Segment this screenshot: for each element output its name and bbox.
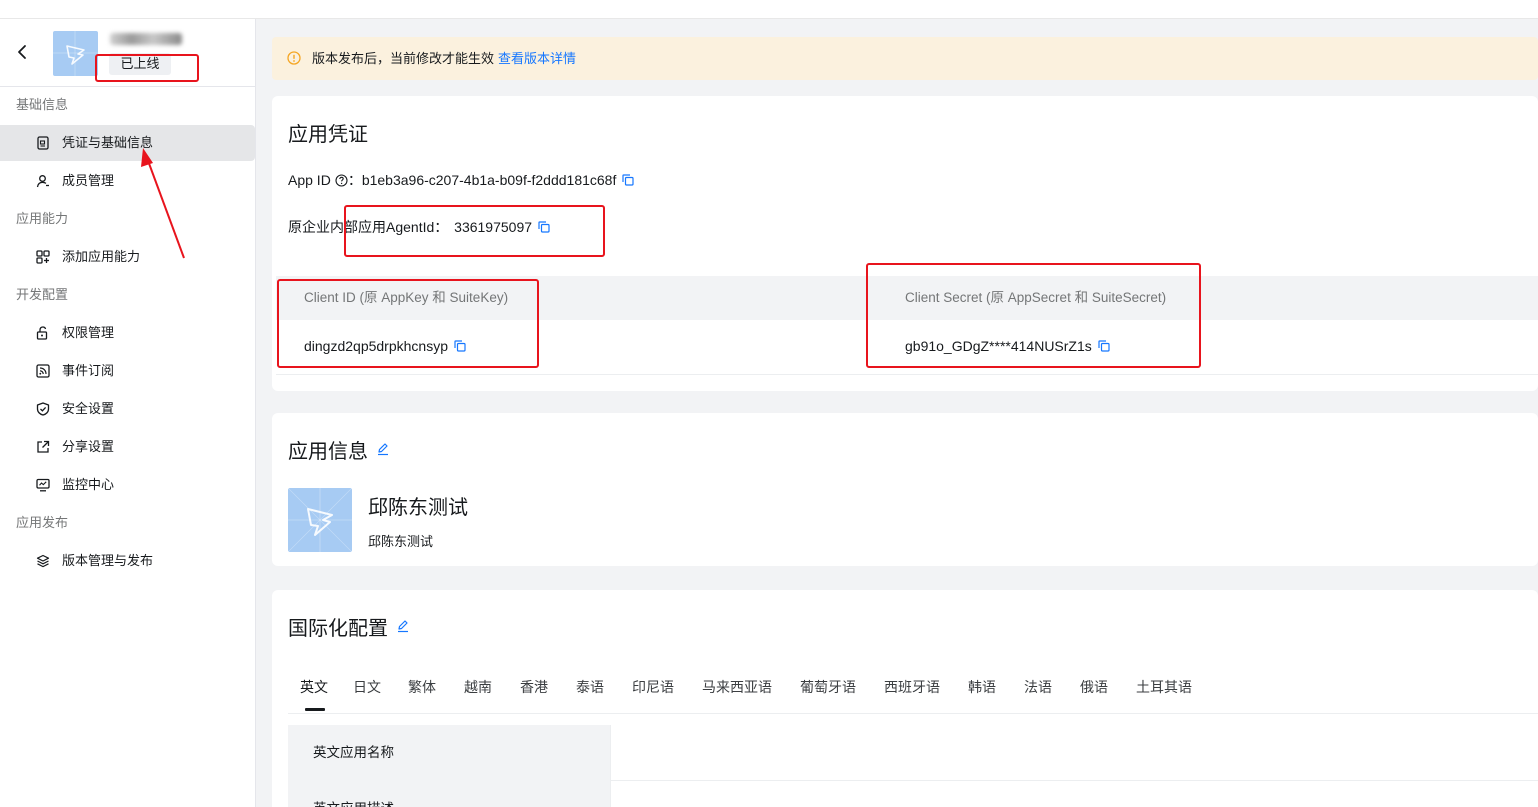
app-description: 邱陈东测试: [368, 534, 434, 549]
status-badge: 已上线: [109, 53, 171, 75]
help-icon[interactable]: [335, 174, 348, 187]
sidebar-item-events[interactable]: 事件订阅: [0, 353, 255, 389]
notice-banner: 版本发布后，当前修改才能生效 查看版本详情: [272, 37, 1538, 80]
edit-icon[interactable]: [376, 442, 390, 456]
sidebar-item-security[interactable]: 安全设置: [0, 391, 255, 427]
tab-portuguese[interactable]: 葡萄牙语: [800, 674, 856, 700]
credentials-table: Client ID (原 AppKey 和 SuiteKey) Client S…: [276, 276, 1538, 375]
monitor-icon: [36, 478, 50, 492]
sidebar-item-label: 安全设置: [62, 401, 115, 416]
app-info-title: 应用信息: [288, 441, 368, 463]
sidebar-item-versions[interactable]: 版本管理与发布: [0, 543, 255, 579]
app-id-sep: ：: [347, 172, 362, 188]
copy-icon[interactable]: [622, 174, 634, 186]
tab-malay[interactable]: 马来西亚语: [702, 674, 772, 700]
app-id-label: App ID: [288, 172, 331, 188]
app-info-logo: [288, 488, 352, 552]
tab-hongkong[interactable]: 香港: [520, 674, 548, 700]
app-info-title-row: 应用信息: [288, 435, 390, 464]
grid-plus-icon: [36, 250, 50, 264]
back-arrow-icon[interactable]: [14, 43, 32, 61]
warning-icon: [287, 51, 301, 65]
app-logo: [53, 31, 98, 76]
tab-turkish[interactable]: 土耳其语: [1136, 674, 1192, 700]
active-tab-indicator: [305, 708, 325, 711]
notice-text: 版本发布后，当前修改才能生效: [312, 51, 495, 66]
app-header: 已上线: [0, 19, 255, 87]
app-id-value: b1eb3a96-c207-4b1a-b09f-f2ddd181c68f: [361, 172, 617, 188]
sidebar-item-label: 添加应用能力: [62, 249, 141, 264]
user-icon: [36, 175, 49, 188]
sidebar-item-add-capability[interactable]: 添加应用能力: [0, 239, 255, 275]
sidebar-item-label: 版本管理与发布: [62, 553, 154, 568]
sidebar-item-monitor[interactable]: 监控中心: [0, 467, 255, 503]
agent-id-row: 原企业内部应用AgentId： 3361975097: [288, 217, 550, 237]
app-name: 邱陈东测试: [368, 497, 468, 519]
client-secret-cell: gb91o_GDgZ****414NUSrZ1s: [905, 338, 1110, 354]
client-id-cell: dingzd2qp5drpkhcnsyp: [304, 338, 466, 354]
share-icon: [37, 440, 50, 453]
copy-icon[interactable]: [1098, 340, 1110, 352]
lock-icon: [36, 326, 48, 340]
app-info-card: 应用信息 邱陈东测试 邱陈东测试: [272, 413, 1538, 566]
group-basic-info: 基础信息: [16, 97, 69, 112]
i18n-card: 国际化配置 英文 日文 繁体 越南 香港 泰语 印尼语 马来西亚语 葡萄牙语 西…: [272, 590, 1538, 807]
i18n-title: 国际化配置: [288, 618, 388, 640]
sidebar-item-label: 分享设置: [62, 439, 115, 454]
client-secret-value: gb91o_GDgZ****414NUSrZ1s: [905, 338, 1092, 354]
credentials-title: 应用凭证: [288, 124, 368, 146]
sidebar-item-label: 事件订阅: [62, 363, 115, 378]
tab-traditional[interactable]: 繁体: [408, 674, 436, 700]
group-app-capability: 应用能力: [16, 211, 69, 226]
tab-japanese[interactable]: 日文: [353, 674, 381, 700]
sidebar-item-label: 监控中心: [62, 477, 115, 492]
view-version-details-link[interactable]: 查看版本详情: [498, 51, 576, 66]
app-name-redacted: [110, 33, 182, 45]
tab-french[interactable]: 法语: [1024, 674, 1052, 700]
edit-icon[interactable]: [396, 619, 410, 633]
credentials-card: 应用凭证 App ID ：b1eb3a96-c207-4b1a-b09f-f2dd…: [272, 96, 1538, 391]
client-secret-header: Client Secret (原 AppSecret 和 SuiteSecret…: [905, 290, 1167, 305]
i18n-key-cell: 英文应用描述: [288, 781, 611, 807]
rss-icon: [36, 364, 50, 378]
tab-english[interactable]: 英文: [300, 674, 328, 700]
sidebar-item-permissions[interactable]: 权限管理: [0, 315, 255, 351]
doc-icon: [37, 136, 49, 150]
sidebar: 已上线 基础信息 凭证与基础信息 成员管理 应用能力 添加应用能力 开发配置 权…: [0, 19, 256, 807]
sidebar-item-label: 成员管理: [62, 173, 115, 188]
sidebar-item-credentials[interactable]: 凭证与基础信息: [0, 125, 255, 161]
sidebar-item-share[interactable]: 分享设置: [0, 429, 255, 465]
copy-icon[interactable]: [538, 221, 550, 233]
copy-icon[interactable]: [454, 340, 466, 352]
tab-russian[interactable]: 俄语: [1080, 674, 1108, 700]
client-id-header: Client ID (原 AppKey 和 SuiteKey): [304, 290, 509, 305]
i18n-key-cell: 英文应用名称: [288, 725, 611, 781]
table-row: 英文应用描述: [288, 781, 1538, 807]
top-bar: [0, 0, 1538, 19]
tab-korean[interactable]: 韩语: [968, 674, 996, 700]
group-dev-config: 开发配置: [16, 287, 69, 302]
client-id-value: dingzd2qp5drpkhcnsyp: [304, 338, 448, 354]
group-app-release: 应用发布: [16, 515, 69, 530]
agent-id-label: 原企业内部应用AgentId：: [288, 219, 449, 235]
i18n-table: 英文应用名称 英文应用描述: [288, 725, 1538, 807]
tab-spanish[interactable]: 西班牙语: [884, 674, 940, 700]
app-id-row: App ID ：b1eb3a96-c207-4b1a-b09f-f2ddd181c…: [288, 170, 634, 190]
shield-icon: [36, 402, 50, 416]
layers-icon: [36, 554, 50, 568]
sidebar-item-members[interactable]: 成员管理: [0, 163, 255, 199]
agent-id-value: 3361975097: [454, 219, 533, 235]
table-row: 英文应用名称: [288, 725, 1538, 781]
tab-indonesian[interactable]: 印尼语: [632, 674, 674, 700]
sidebar-item-label: 权限管理: [62, 325, 115, 340]
tab-vietnam[interactable]: 越南: [464, 674, 492, 700]
i18n-title-row: 国际化配置: [288, 612, 410, 641]
tab-thai[interactable]: 泰语: [576, 674, 604, 700]
language-tabs: 英文 日文 繁体 越南 香港 泰语 印尼语 马来西亚语 葡萄牙语 西班牙语 韩语…: [288, 674, 1538, 714]
sidebar-item-label: 凭证与基础信息: [62, 135, 154, 150]
